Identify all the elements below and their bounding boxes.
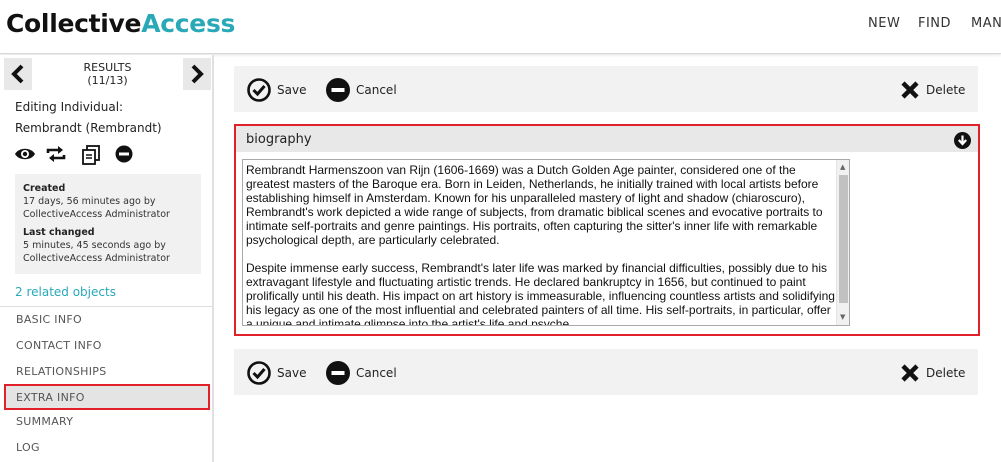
biography-textarea[interactable]: Rembrandt Harmenszoon van Rijn (1606-166… — [242, 159, 850, 326]
sidebar-item-contact-info[interactable]: CONTACT INFO — [16, 339, 102, 352]
nav-find[interactable]: FIND — [918, 16, 951, 31]
results-navigator: RESULTS (11/13) — [4, 57, 211, 91]
related-objects-link[interactable]: 2 related objects — [15, 285, 116, 299]
check-circle-icon — [247, 361, 271, 385]
scroll-down-arrow-icon[interactable]: ▼ — [840, 313, 845, 321]
check-circle-icon — [247, 78, 271, 102]
chevron-left-icon — [11, 64, 24, 84]
created-value-1: 17 days, 56 minutes ago by — [23, 196, 156, 207]
logo-part1: Collective — [6, 9, 142, 38]
last-changed-label: Last changed — [23, 227, 95, 238]
eye-icon[interactable] — [14, 145, 36, 167]
biography-paragraph-2: Despite immense early success, Rembrandt… — [246, 261, 835, 326]
cancel-button-bottom[interactable]: Cancel — [326, 361, 397, 385]
refresh-icon[interactable] — [45, 145, 67, 167]
minus-circle-icon — [326, 361, 350, 385]
created-label: Created — [23, 183, 66, 194]
last-changed-value-2: CollectiveAccess Administrator — [23, 253, 170, 264]
cancel-label: Cancel — [356, 83, 397, 97]
sidebar-item-summary[interactable]: SUMMARY — [16, 415, 73, 428]
last-changed-value-1: 5 minutes, 45 seconds ago by — [23, 240, 166, 251]
save-label-bottom: Save — [277, 366, 307, 380]
nav-new[interactable]: NEW — [868, 16, 900, 31]
biography-title: biography — [246, 132, 312, 147]
results-counter: RESULTS (11/13) — [32, 61, 183, 87]
results-count: (11/13) — [87, 74, 128, 87]
minus-circle-icon — [326, 78, 350, 102]
app-header: CollectiveAccess NEW FIND MANA — [0, 0, 1001, 54]
top-toolbar: Save Cancel Delete — [234, 66, 978, 112]
minus-circle-icon[interactable] — [115, 145, 133, 167]
close-icon — [901, 81, 919, 99]
delete-button[interactable]: Delete — [900, 78, 965, 102]
logo-part2: Access — [141, 9, 236, 38]
textarea-scrollbar[interactable]: ▲ ▼ — [836, 160, 849, 325]
biography-text: Rembrandt Harmenszoon van Rijn (1606-166… — [246, 163, 836, 326]
close-icon — [901, 364, 919, 382]
app-logo[interactable]: CollectiveAccess — [6, 9, 235, 38]
delete-label-bottom: Delete — [926, 366, 966, 380]
bottom-toolbar: Save Cancel Delete — [234, 349, 978, 395]
created-value-2: CollectiveAccess Administrator — [23, 209, 170, 220]
delete-label: Delete — [926, 83, 966, 97]
biography-panel: biography Rembrandt Harmenszoon van Rijn… — [234, 124, 980, 336]
previous-result-button[interactable] — [4, 58, 32, 90]
sidebar-item-relationships[interactable]: RELATIONSHIPS — [16, 365, 107, 378]
delete-button-bottom[interactable]: Delete — [900, 361, 965, 385]
sidebar-item-basic-info[interactable]: BASIC INFO — [16, 313, 82, 326]
arrow-down-circle-icon — [954, 132, 971, 149]
save-label: Save — [277, 83, 307, 97]
sidebar-item-extra-info[interactable]: EXTRA INFO — [4, 384, 210, 410]
nav-manage[interactable]: MANA — [971, 16, 1001, 31]
editing-record-name: Rembrandt (Rembrandt) — [15, 121, 162, 135]
save-button[interactable]: Save — [247, 78, 306, 102]
sidebar: RESULTS (11/13) Editing Individual: Remb… — [0, 55, 214, 462]
cancel-button[interactable]: Cancel — [326, 78, 397, 102]
biography-paragraph-1: Rembrandt Harmenszoon van Rijn (1606-166… — [246, 163, 823, 247]
chevron-right-icon — [191, 64, 204, 84]
editing-label: Editing Individual: — [15, 100, 124, 114]
save-button-bottom[interactable]: Save — [247, 361, 306, 385]
next-result-button[interactable] — [183, 58, 211, 90]
sidebar-item-extra-info-label: EXTRA INFO — [16, 391, 85, 404]
record-metadata: Created 17 days, 56 minutes ago by Colle… — [15, 174, 201, 274]
biography-panel-header: biography — [236, 126, 978, 152]
panel-collapse-toggle[interactable] — [954, 132, 971, 153]
results-label: RESULTS — [83, 61, 132, 74]
sidebar-item-log[interactable]: LOG — [16, 441, 40, 454]
scrollbar-thumb[interactable] — [839, 175, 848, 303]
duplicate-icon[interactable] — [81, 145, 101, 169]
sidebar-divider — [0, 306, 212, 307]
scroll-up-arrow-icon[interactable]: ▲ — [840, 163, 845, 171]
cancel-label-bottom: Cancel — [356, 366, 397, 380]
